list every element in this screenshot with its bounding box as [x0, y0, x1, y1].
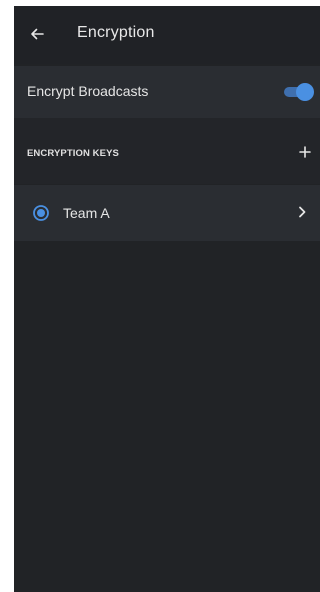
add-key-button[interactable]	[294, 141, 316, 163]
plus-icon	[299, 146, 311, 158]
encrypt-broadcasts-toggle[interactable]	[282, 83, 314, 101]
section-title: ENCRYPTION KEYS	[27, 148, 119, 159]
chevron-right-icon	[299, 206, 306, 218]
back-button[interactable]	[24, 21, 50, 47]
radio-selected-icon[interactable]	[33, 205, 49, 221]
app-bar: Encryption	[14, 6, 320, 64]
key-label: Team A	[63, 205, 110, 221]
encryption-keys-header: ENCRYPTION KEYS	[14, 118, 320, 184]
encrypt-broadcasts-label: Encrypt Broadcasts	[27, 83, 149, 99]
encrypt-broadcasts-row: Encrypt Broadcasts	[14, 66, 320, 118]
screen: Encryption Encrypt Broadcasts ENCRYPTION…	[14, 6, 320, 592]
page-title: Encryption	[77, 24, 155, 41]
toggle-knob	[296, 83, 314, 101]
back-arrow-icon	[31, 28, 44, 40]
key-item-team-a[interactable]: Team A	[14, 185, 320, 241]
